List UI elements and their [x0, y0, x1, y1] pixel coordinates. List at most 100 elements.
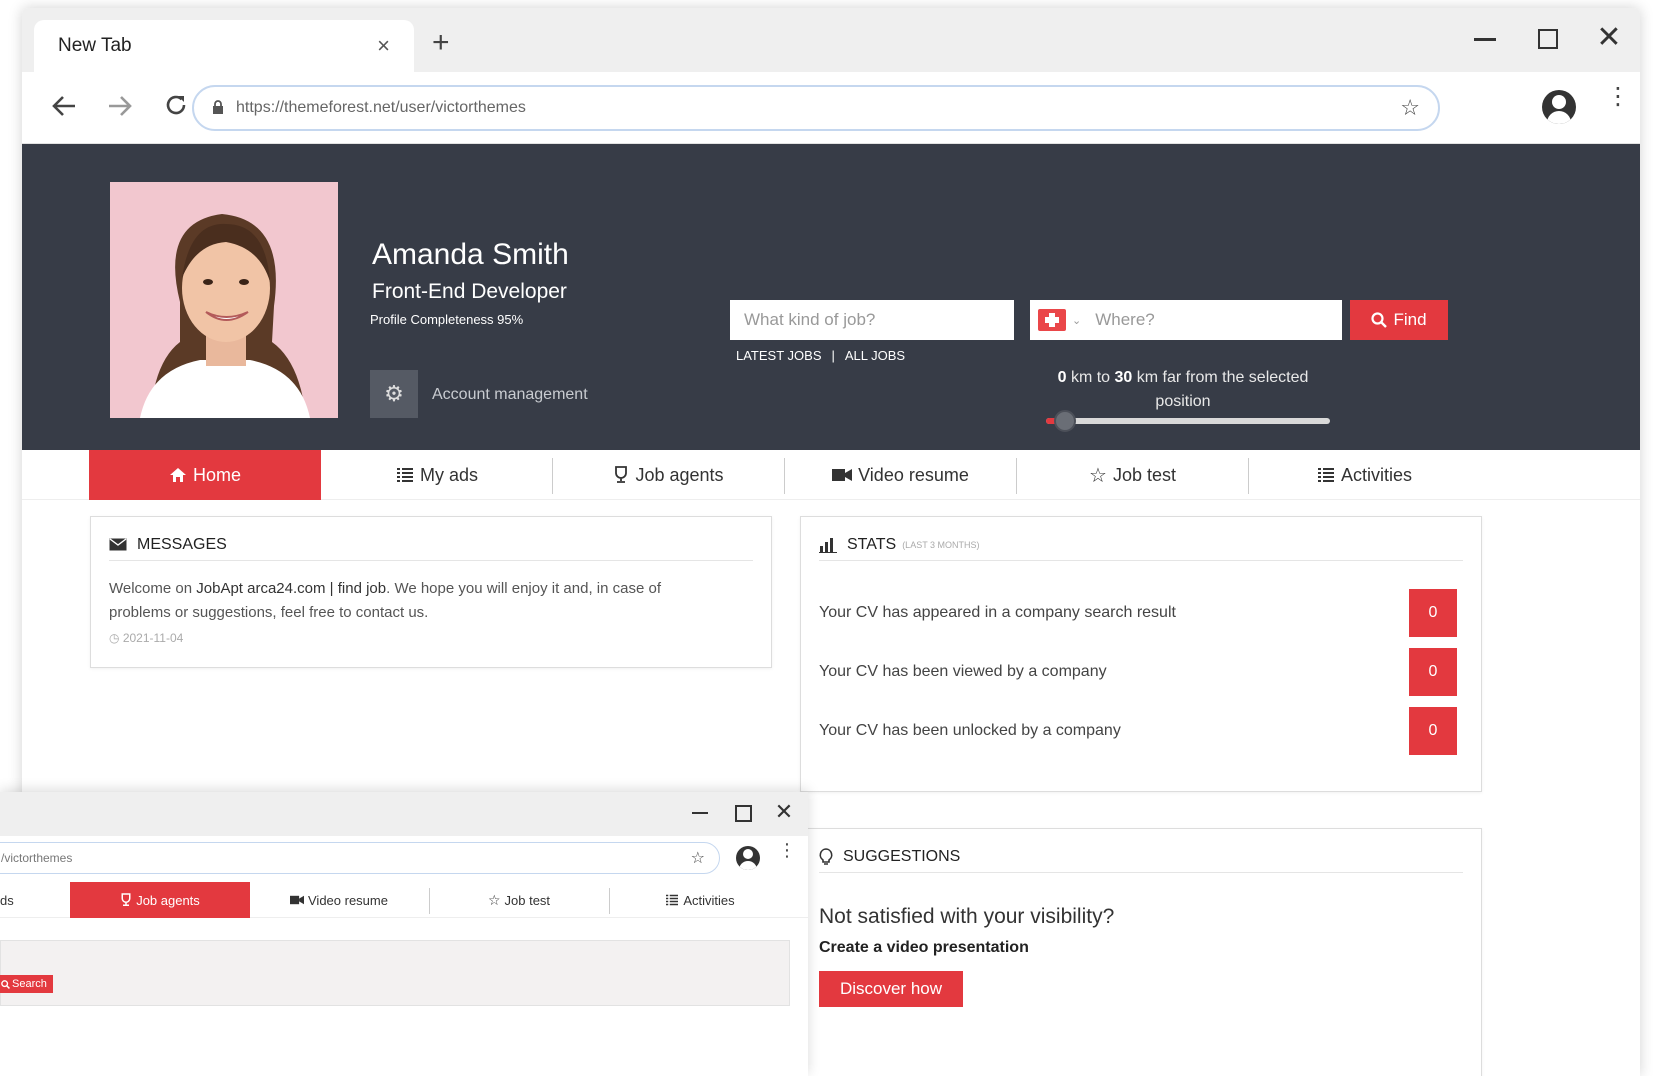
stat-count-badge[interactable]: 0: [1409, 707, 1457, 755]
tab-title: New Tab: [58, 35, 132, 56]
range-max: 30: [1114, 369, 1133, 386]
list-icon: [1317, 468, 1334, 482]
browser-menu-icon[interactable]: ⋮: [1606, 85, 1630, 109]
stat-count-badge[interactable]: 0: [1409, 589, 1457, 637]
profile-name: Amanda Smith: [372, 238, 569, 271]
star-icon: ☆: [1089, 464, 1107, 487]
window-controls: ✕: [1472, 23, 1622, 53]
link-separator: |: [831, 348, 835, 363]
message-date: ◷ 2021-11-04: [109, 631, 183, 645]
tab-job-agents-label: Job agents: [136, 892, 200, 908]
maximize-icon[interactable]: [732, 802, 752, 822]
new-tab-icon[interactable]: +: [432, 28, 450, 58]
tab-job-test-label: Job test: [1112, 464, 1176, 485]
stat-label: Your CV has appeared in a company search…: [819, 604, 1176, 621]
tab-bar: New Tab × + ✕: [22, 8, 1640, 72]
location-field: ⌄: [1030, 300, 1342, 340]
second-browser-window: ✕ /victorthemes ☆ ⋮ ds Job agents Video …: [0, 792, 808, 1076]
search-button[interactable]: Search: [0, 975, 53, 993]
second-window-content: Search: [0, 940, 790, 1006]
latest-jobs-link[interactable]: LATEST JOBS: [736, 348, 822, 363]
job-search-input[interactable]: [730, 300, 1014, 340]
clock-icon: ◷: [109, 631, 120, 645]
tab-job-agents[interactable]: Job agents: [70, 882, 250, 918]
tab-job-test[interactable]: ☆ Job test: [430, 882, 608, 918]
tab-job-test[interactable]: ☆ Job test: [1017, 450, 1248, 500]
second-address-bar[interactable]: /victorthemes ☆: [0, 842, 720, 874]
tab-close-icon[interactable]: ×: [377, 33, 390, 59]
minimize-icon[interactable]: [1472, 26, 1498, 52]
bookmark-star-icon[interactable]: ☆: [1400, 95, 1420, 121]
browser-tab[interactable]: New Tab ×: [34, 20, 414, 72]
slider-handle[interactable]: [1054, 410, 1077, 432]
tab-my-ads-label: ds: [0, 892, 14, 908]
suggestions-header: SUGGESTIONS: [819, 841, 1463, 873]
second-window-nav: ds Job agents Video resume ☆ Job test Ac…: [0, 882, 808, 918]
search-icon: [1371, 312, 1388, 328]
distance-range-text: 0 km to 30 km far from the selected posi…: [1038, 366, 1328, 414]
maximize-icon[interactable]: [1534, 26, 1560, 52]
discover-how-button[interactable]: Discover how: [819, 971, 963, 1007]
all-jobs-link[interactable]: ALL JOBS: [845, 348, 905, 363]
suggestions-title: SUGGESTIONS: [843, 847, 961, 865]
tab-video-resume[interactable]: Video resume: [785, 450, 1016, 500]
tab-job-agents[interactable]: Job agents: [553, 450, 784, 500]
profile-photo: [110, 182, 338, 418]
messages-header: MESSAGES: [109, 529, 753, 561]
account-management-link[interactable]: Account management: [432, 386, 588, 404]
tab-my-ads-label: My ads: [419, 464, 479, 485]
tab-activities-label: Activities: [683, 892, 735, 908]
tab-activities[interactable]: Activities: [1249, 450, 1480, 500]
address-bar[interactable]: https://themeforest.net/user/victortheme…: [192, 85, 1440, 131]
search-label: Search: [12, 978, 47, 990]
browser-menu-icon[interactable]: ⋮: [778, 841, 796, 859]
range-text-1: km to: [1070, 369, 1111, 386]
list-icon: [666, 894, 679, 906]
search-icon: [1, 979, 10, 989]
home-icon: [169, 468, 186, 482]
envelope-icon: [109, 538, 127, 551]
forward-arrow-icon[interactable]: [106, 92, 134, 124]
messages-title: MESSAGES: [137, 535, 227, 553]
distance-slider[interactable]: [1046, 410, 1330, 432]
second-window-titlebar: ✕: [0, 792, 808, 836]
minimize-icon[interactable]: [690, 802, 710, 822]
tab-video-resume[interactable]: Video resume: [250, 882, 428, 918]
lock-icon: [212, 99, 224, 117]
job-links: LATEST JOBS | ALL JOBS: [736, 348, 905, 363]
tab-home[interactable]: Home: [89, 450, 321, 500]
tab-activities[interactable]: Activities: [610, 882, 790, 918]
find-label: Find: [1393, 310, 1427, 329]
profile-job-title: Front-End Developer: [372, 280, 567, 303]
message-brand: JobApt arca24.com | find job: [196, 580, 387, 597]
second-url-text: /victorthemes: [1, 851, 73, 865]
chevron-down-icon[interactable]: ⌄: [1072, 314, 1081, 327]
gear-icon: ⚙: [384, 381, 404, 406]
trophy-icon: [121, 893, 131, 906]
message-prefix: Welcome on: [109, 580, 197, 597]
account-settings-button[interactable]: ⚙: [370, 370, 418, 418]
tab-job-test-label: Job test: [504, 892, 551, 908]
stats-panel: STATS (LAST 3 MONTHS) Your CV has appear…: [800, 516, 1482, 792]
location-input[interactable]: [1091, 302, 1342, 338]
tab-my-ads[interactable]: My ads: [322, 450, 552, 500]
profile-avatar-icon[interactable]: [1542, 90, 1576, 124]
tab-activities-label: Activities: [1340, 464, 1412, 485]
stat-row: Your CV has been viewed by a company 0: [819, 648, 1457, 696]
tab-my-ads[interactable]: ds: [0, 882, 68, 918]
video-icon: [832, 469, 853, 481]
profile-completeness: Profile Completeness 95%: [370, 312, 524, 327]
suggestions-panel: SUGGESTIONS Not satisfied with your visi…: [800, 828, 1482, 1076]
back-arrow-icon[interactable]: [50, 92, 78, 124]
range-min: 0: [1057, 369, 1067, 386]
bookmark-star-icon[interactable]: ☆: [691, 848, 705, 868]
find-button[interactable]: Find: [1350, 300, 1448, 340]
swiss-flag-icon[interactable]: [1038, 309, 1066, 331]
stat-count-badge[interactable]: 0: [1409, 648, 1457, 696]
reload-icon[interactable]: [162, 92, 190, 124]
close-window-icon[interactable]: ✕: [774, 801, 794, 823]
close-window-icon[interactable]: ✕: [1596, 23, 1622, 53]
browser-toolbar: https://themeforest.net/user/victortheme…: [22, 72, 1640, 144]
url-text: https://themeforest.net/user/victortheme…: [236, 99, 526, 116]
profile-avatar-icon[interactable]: [736, 846, 760, 870]
